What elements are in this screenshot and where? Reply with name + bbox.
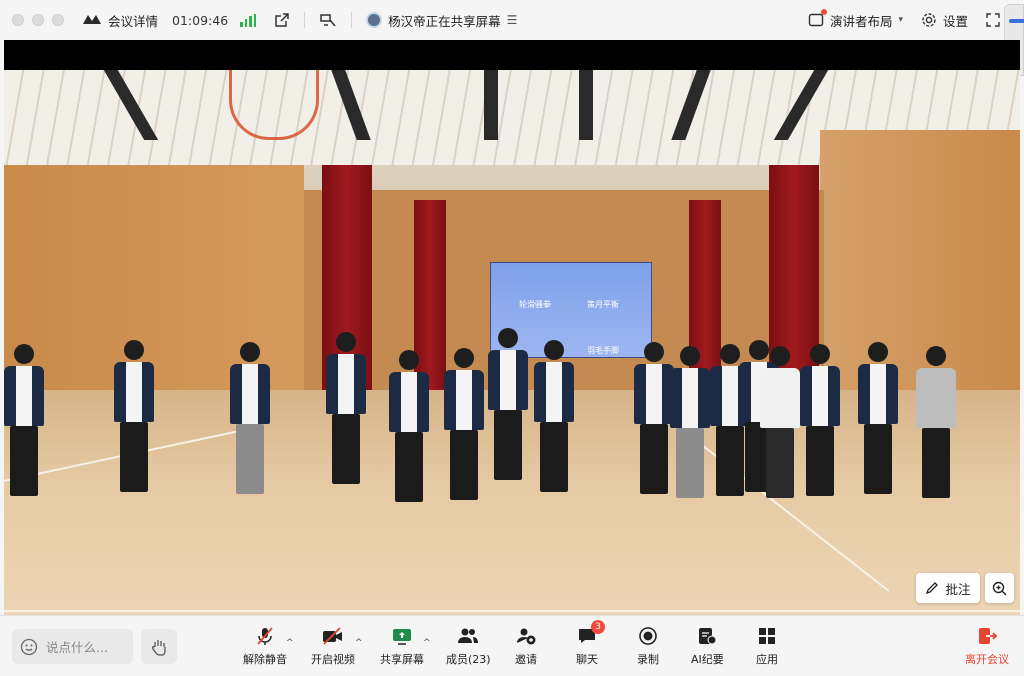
student <box>230 342 270 494</box>
student <box>800 344 840 496</box>
student <box>634 342 674 494</box>
share-screen-button[interactable]: 共享屏幕 <box>380 624 424 667</box>
meeting-logo-icon <box>82 13 102 28</box>
quick-chat-input[interactable]: 说点什么... <box>12 629 133 664</box>
raise-hand-icon <box>149 637 169 657</box>
network-signal-icon <box>240 13 257 27</box>
window-controls <box>12 14 64 26</box>
divider <box>304 12 306 28</box>
share-screen-icon <box>391 624 413 648</box>
camera-off-icon <box>321 624 345 648</box>
ceiling-beam <box>579 70 593 140</box>
members-label: 成员(23) <box>446 653 491 666</box>
sharing-menu-icon: ☰ <box>506 13 518 27</box>
layout-icon <box>808 9 827 28</box>
ceiling-beam <box>484 70 498 140</box>
record-label: 录制 <box>637 653 659 666</box>
apps-label: 应用 <box>756 653 778 666</box>
apps-grid-icon <box>758 624 776 648</box>
chat-button[interactable]: 3 聊天 <box>576 620 605 667</box>
screen-text: 轮滑骚拳 <box>519 300 551 309</box>
annotate-label: 批注 <box>945 581 971 597</box>
court-line <box>4 610 1020 612</box>
student <box>916 346 956 498</box>
top-bar: 会议详情 01:09:46 杨汉帝正在共享屏幕 ☰ 演讲者布局 ▾ 设置 <box>0 0 1024 76</box>
divider <box>351 12 353 28</box>
student <box>488 328 528 480</box>
start-video-label: 开启视频 <box>311 653 355 666</box>
chat-icon: 3 <box>577 620 605 648</box>
topbar-right: 演讲者布局 ▾ 设置 <box>808 0 1024 76</box>
record-button[interactable]: 录制 <box>637 624 659 667</box>
student <box>858 342 898 494</box>
share-options-chevron-icon[interactable]: ^ <box>423 638 431 648</box>
members-button[interactable]: 成员(23) <box>446 624 491 667</box>
student <box>760 346 800 498</box>
leave-meeting-button[interactable]: 离开会议 <box>965 624 1009 667</box>
share-link-icon[interactable] <box>274 12 290 28</box>
student <box>534 340 574 492</box>
ai-minutes-icon <box>697 624 717 648</box>
share-screen-label: 共享屏幕 <box>380 653 424 666</box>
remote-control-icon[interactable] <box>319 12 337 28</box>
basketball-hoop <box>229 70 319 140</box>
emoji-icon[interactable] <box>20 638 38 656</box>
invite-button[interactable]: 邀请 <box>515 624 537 667</box>
student <box>4 344 44 496</box>
ai-minutes-label: AI纪要 <box>691 653 724 666</box>
ai-minutes-button[interactable]: AI纪要 <box>691 624 724 667</box>
gear-icon <box>921 12 937 28</box>
settings-label: 设置 <box>942 13 968 29</box>
start-video-button[interactable]: 开启视频 <box>311 624 355 667</box>
unmute-label: 解除静音 <box>243 653 287 666</box>
presenter-avatar <box>366 12 383 28</box>
invite-label: 邀请 <box>515 653 537 666</box>
apps-button[interactable]: 应用 <box>756 624 778 667</box>
presenter-layout-button[interactable]: 演讲者布局 ▾ <box>808 9 903 30</box>
student <box>114 340 154 492</box>
mic-muted-icon <box>254 624 276 648</box>
screen-text: 羽毛手脚 <box>587 346 619 355</box>
exit-door-icon <box>976 624 998 648</box>
raise-hand-button[interactable] <box>141 629 177 664</box>
mic-options-chevron-icon[interactable]: ^ <box>286 638 294 648</box>
sharing-status[interactable]: 杨汉帝正在共享屏幕 ☰ <box>366 11 517 30</box>
minimize-window-button[interactable] <box>32 14 44 26</box>
student <box>389 350 429 502</box>
student <box>326 332 366 484</box>
chat-label: 聊天 <box>576 653 598 666</box>
zoom-button[interactable] <box>985 573 1014 603</box>
pen-icon <box>925 581 939 595</box>
gym-scene: 轮滑骚拳 策月平衡 羽毛手脚 <box>4 70 1020 615</box>
leave-meeting-label: 离开会议 <box>965 653 1009 666</box>
record-icon <box>638 624 658 648</box>
zoom-in-icon <box>992 581 1007 596</box>
meeting-details-label: 会议详情 <box>108 13 159 29</box>
side-panel-indicator <box>1009 19 1024 23</box>
unmute-button[interactable]: 解除静音 <box>243 624 287 667</box>
student <box>444 348 484 500</box>
meeting-timer: 01:09:46 <box>172 12 229 28</box>
annotate-button[interactable]: 批注 <box>916 573 980 603</box>
meeting-window: 会议详情 01:09:46 杨汉帝正在共享屏幕 ☰ 演讲者布局 ▾ 设置 轮滑骚… <box>0 0 1024 676</box>
meeting-details-button[interactable]: 会议详情 <box>82 11 158 30</box>
presenter-layout-label: 演讲者布局 <box>829 13 893 29</box>
shared-screen-video[interactable]: 轮滑骚拳 策月平衡 羽毛手脚 批注 <box>4 40 1020 615</box>
sharing-status-label: 杨汉帝正在共享屏幕 <box>388 13 501 29</box>
video-options-chevron-icon[interactable]: ^ <box>355 638 363 648</box>
screen-text: 策月平衡 <box>587 300 619 309</box>
add-user-icon <box>515 624 537 648</box>
chat-unread-badge: 3 <box>591 620 605 634</box>
maximize-window-button[interactable] <box>52 14 64 26</box>
fullscreen-icon[interactable] <box>986 13 1000 27</box>
settings-button[interactable]: 设置 <box>921 11 968 30</box>
members-icon <box>456 624 480 648</box>
chevron-down-icon: ▾ <box>898 15 903 25</box>
close-window-button[interactable] <box>12 14 24 26</box>
chat-placeholder: 说点什么... <box>46 640 108 655</box>
bottom-toolbar: 说点什么... 解除静音 ^ 开启视频 ^ 共享屏幕 ^ 成员(23) 邀请 3… <box>0 615 1024 676</box>
student <box>670 346 710 498</box>
